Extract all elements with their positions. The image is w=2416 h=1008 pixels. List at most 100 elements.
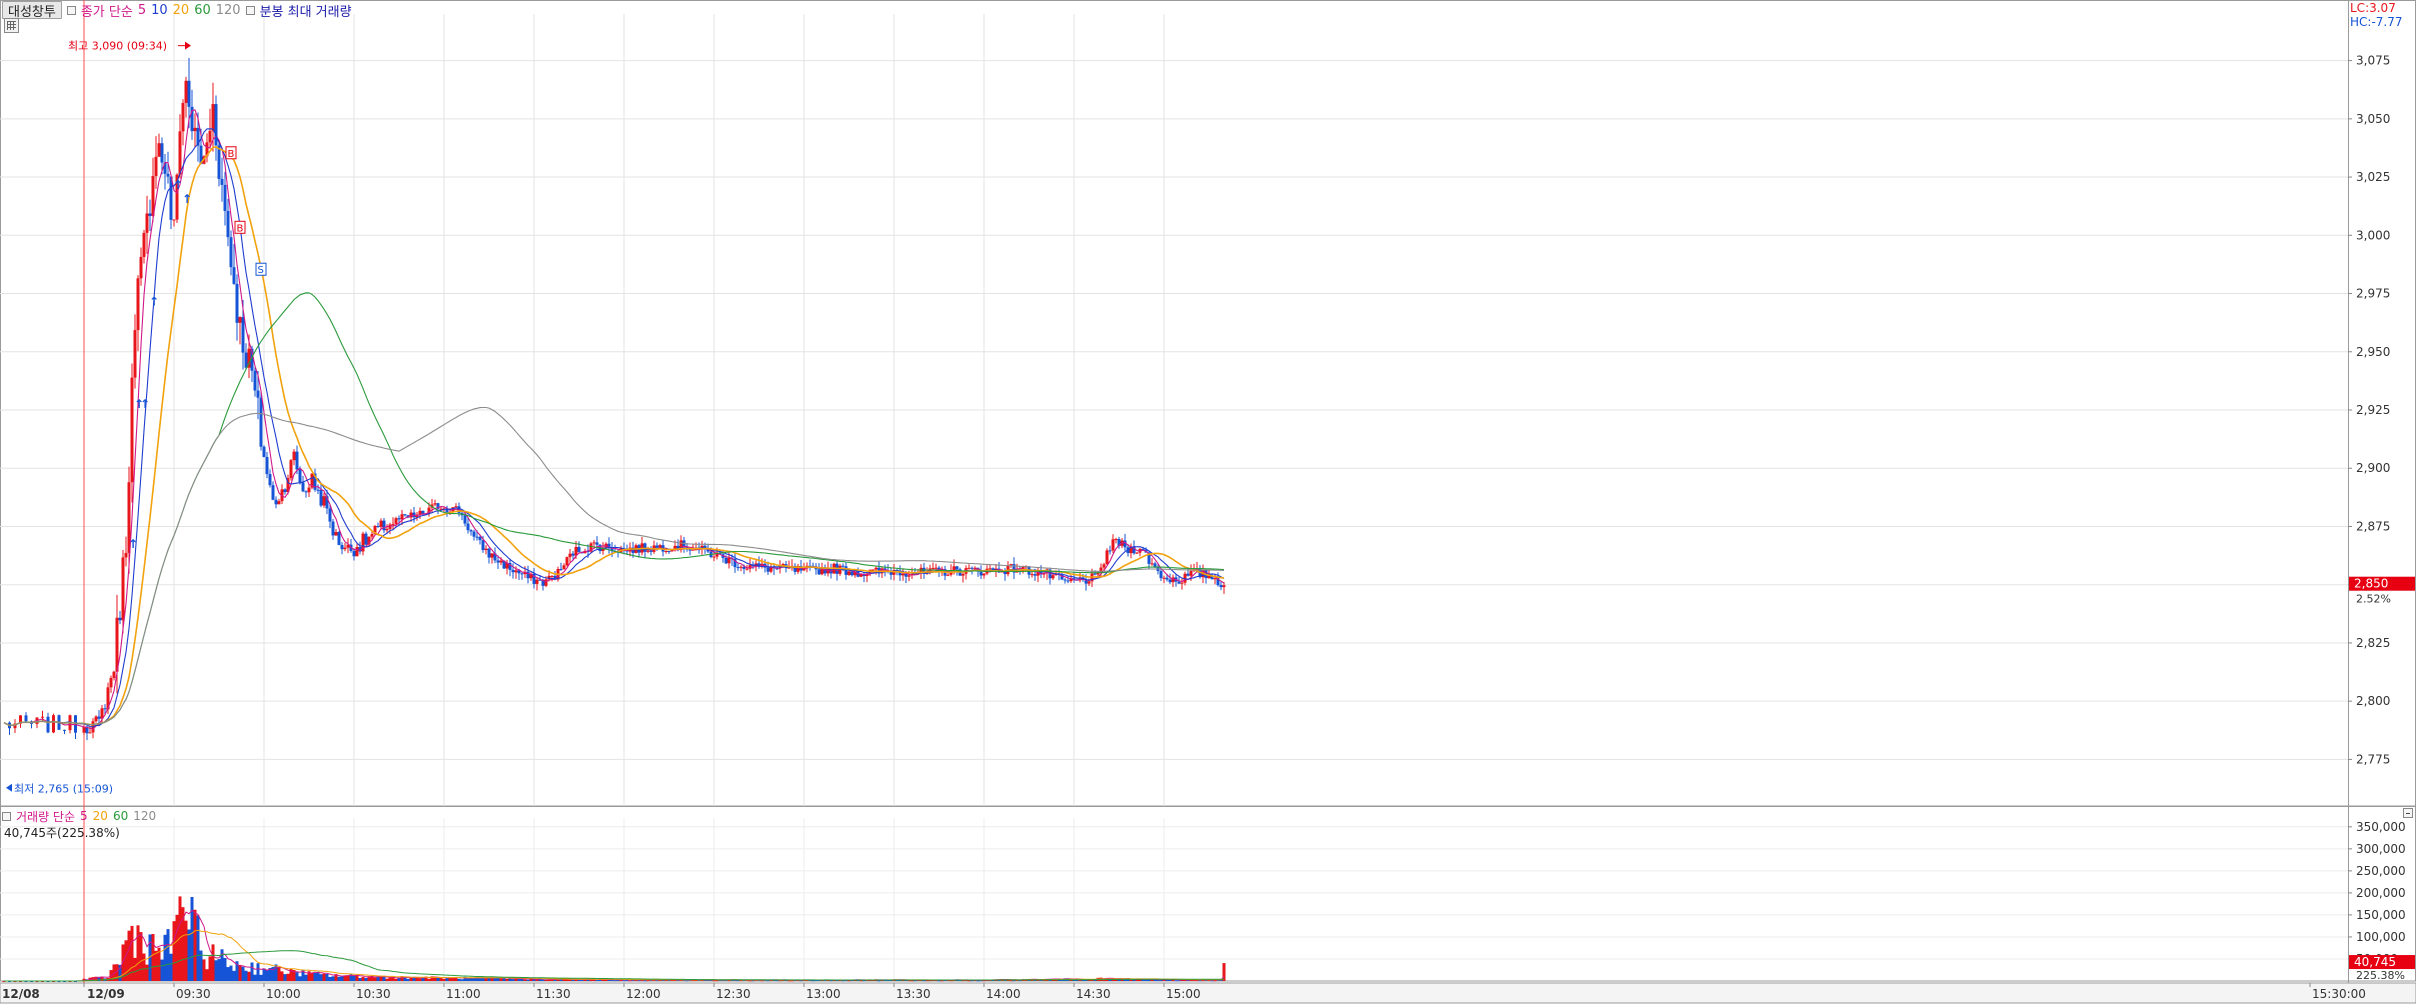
volume-panel-frame: [0, 805, 2416, 982]
volume-bar: [1150, 979, 1154, 981]
candle: [658, 545, 662, 548]
volume-bar: [211, 944, 215, 981]
volume-bar: [277, 967, 281, 981]
candle: [223, 184, 227, 211]
candle: [145, 213, 149, 233]
candle: [475, 536, 479, 538]
volume-settings-icon[interactable]: [2, 811, 11, 821]
candle: [1213, 578, 1217, 580]
lc-value: LC:3.07: [2350, 1, 2396, 15]
volume-bar: [385, 978, 389, 981]
candle: [328, 508, 332, 522]
volume-tick-label-1: 300,000: [2356, 842, 2406, 856]
volume-bar: [358, 978, 362, 981]
candle: [907, 575, 911, 577]
candle: [544, 579, 548, 586]
candle: [484, 548, 488, 551]
price-panel-frame: [0, 0, 2416, 807]
candle: [1189, 570, 1193, 576]
vol-ma60-legend: 60: [112, 809, 129, 823]
candle: [352, 550, 356, 557]
candle: [142, 232, 146, 257]
candle: [1009, 564, 1013, 566]
minimize-panel-button[interactable]: [2403, 808, 2413, 818]
candle: [139, 256, 143, 279]
volume-bar: [1174, 980, 1178, 982]
candle: [295, 451, 299, 470]
price-tick-label-1: 3,050: [2356, 112, 2390, 126]
candle: [184, 80, 188, 103]
candle: [1186, 573, 1190, 576]
buy-signal-marker-2: ↑: [140, 397, 150, 411]
volume-bar: [520, 978, 524, 981]
candle: [112, 671, 116, 678]
candle: [511, 569, 515, 573]
volume-bar: [232, 970, 236, 981]
candle: [463, 515, 467, 524]
candle: [283, 489, 287, 493]
candle: [1066, 580, 1070, 582]
candle: [370, 534, 374, 537]
candle: [1093, 573, 1097, 575]
candle: [232, 267, 236, 284]
volume-bar: [613, 980, 617, 982]
candle: [592, 542, 596, 544]
interval-info[interactable]: 분봉 최대 거래량: [260, 1, 352, 20]
volume-bar: [214, 960, 218, 981]
ma10-legend: 10: [151, 2, 168, 18]
volume-bar: [484, 978, 488, 981]
calculator-icon[interactable]: [4, 18, 19, 33]
low-marker-arrowhead: [6, 783, 12, 792]
interval-settings-icon[interactable]: [245, 5, 255, 15]
chart-canvas: 3,075 3,050 3,025 3,000 2,975 2,950 2,925 2,900…: [0, 0, 2416, 1004]
volume-bar: [373, 977, 377, 981]
candle: [193, 127, 197, 132]
volume-bar: [331, 976, 335, 981]
volume-bar: [352, 976, 356, 981]
candle: [400, 514, 404, 520]
ma-settings-icon[interactable]: [66, 5, 76, 15]
volume-bar: [1156, 980, 1160, 982]
price-tick-label-0: 3,075: [2356, 54, 2390, 68]
high-annotation: 최고 3,090 (09:34): [68, 40, 167, 53]
candle: [208, 130, 212, 143]
time-tick-label-14: 15:30:00: [2312, 987, 2366, 1001]
price-tick-label-2: 3,025: [2356, 170, 2390, 184]
candle: [235, 283, 239, 323]
volume-legend-title[interactable]: 거래량 단순: [16, 808, 75, 825]
volume-current-label: 40,745: [2354, 955, 2396, 969]
volume-bar: [505, 978, 509, 981]
volume-bar: [1009, 980, 1013, 982]
high-marker-arrowhead: [185, 41, 191, 50]
ma-legend-title[interactable]: 종가 단순: [81, 1, 133, 20]
stock-name-tab[interactable]: 대성창투: [2, 1, 62, 20]
candle: [712, 556, 716, 558]
volume-bar: [196, 915, 200, 981]
candle: [88, 732, 92, 734]
candle: [655, 545, 659, 548]
volume-tick-label-3: 200,000: [2356, 886, 2406, 900]
volume-bar: [223, 957, 227, 981]
candle: [241, 317, 245, 353]
volume-bar: [136, 925, 140, 981]
candle: [550, 575, 554, 577]
candle: [688, 549, 692, 551]
trade-signal-label-2: S: [258, 265, 264, 276]
volume-bar: [361, 977, 365, 981]
candle: [1051, 575, 1055, 579]
candle: [124, 552, 128, 558]
candle: [766, 567, 770, 572]
price-tick-label-5: 2,950: [2356, 345, 2390, 359]
candle: [1165, 577, 1169, 580]
candle: [331, 521, 335, 536]
candle: [63, 729, 66, 731]
candle: [118, 617, 122, 621]
volume-bar: [217, 959, 221, 981]
candle: [745, 568, 749, 570]
volume-tick-label-0: 350,000: [2356, 820, 2406, 834]
volume-bar: [319, 974, 323, 981]
volume-bar: [325, 973, 329, 981]
candle: [421, 510, 425, 514]
candle: [1219, 585, 1223, 588]
volume-bar: [166, 929, 170, 981]
